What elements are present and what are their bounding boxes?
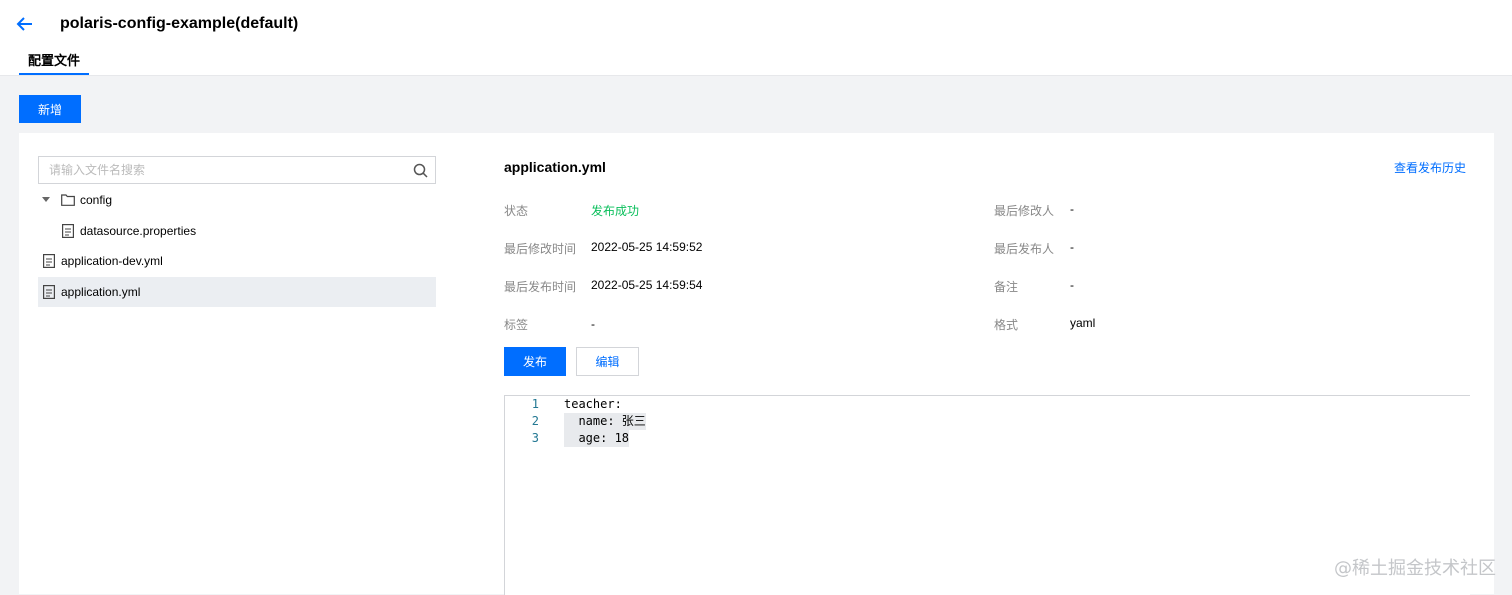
search-icon[interactable] [413,163,428,178]
remark-value: - [1070,278,1074,292]
line-number: 2 [531,414,539,428]
format-value: yaml [1070,316,1096,330]
caret-down-icon[interactable] [42,197,50,203]
content-card: config datasource.properties application… [19,133,1494,595]
code-text: teacher: [564,397,622,411]
tree-item-application-dev-yml[interactable]: application-dev.yml [38,246,436,276]
last-modified-time-value: 2022-05-25 14:59:52 [591,240,703,254]
line-number: 3 [531,431,539,445]
tree-folder-config[interactable]: config [38,185,436,215]
status-value: 发布成功 [591,204,640,218]
format-label: 格式 [994,318,1019,332]
file-icon [62,224,74,238]
tree-item-application-yml[interactable]: application.yml [38,277,436,307]
last-modifier-value: - [1070,202,1074,216]
code-line: 3 age: 18 [505,430,705,447]
last-published-time-label: 最后发布时间 [504,280,577,294]
search-input[interactable] [39,157,419,183]
file-icon [43,285,55,299]
folder-icon [61,194,75,206]
page-title: polaris-config-example(default) [60,15,299,32]
last-published-time-value: 2022-05-25 14:59:54 [591,278,703,292]
file-icon [43,254,55,268]
tree-item-datasource-properties[interactable]: datasource.properties [38,216,436,246]
view-publish-history-link[interactable]: 查看发布历史 [1394,159,1466,176]
tree-item-label: datasource.properties [80,224,197,238]
line-number: 1 [531,397,539,411]
status-label: 状态 [504,204,529,218]
tags-value: - [591,317,595,331]
tree-folder-label: config [80,193,113,207]
code-text: age: 18 [564,430,630,447]
last-publisher-value: - [1070,240,1074,254]
last-modifier-label: 最后修改人 [994,204,1055,218]
publish-button[interactable]: 发布 [504,347,566,376]
search-box [38,156,436,184]
code-editor[interactable]: 1 teacher: 2 name: 张三 3 age: 18 [504,395,1470,595]
code-line: 1 teacher: [505,396,705,413]
tree-item-label: application-dev.yml [61,254,163,268]
tree-item-label: application.yml [61,285,141,299]
last-modified-time-label: 最后修改时间 [504,242,577,256]
code-line: 2 name: 张三 [505,413,705,430]
tags-label: 标签 [504,318,529,332]
file-title: application.yml [504,159,606,175]
add-button[interactable]: 新增 [19,95,81,123]
tab-config-files[interactable]: 配置文件 [19,50,90,75]
code-text: name: 张三 [564,413,646,430]
edit-button[interactable]: 编辑 [576,347,639,376]
remark-label: 备注 [994,280,1019,294]
page-header: polaris-config-example(default) 配置文件 [0,0,1512,76]
watermark: @稀土掘金技术社区 [1334,558,1496,579]
back-arrow-icon[interactable] [15,14,35,34]
last-publisher-label: 最后发布人 [994,242,1055,256]
